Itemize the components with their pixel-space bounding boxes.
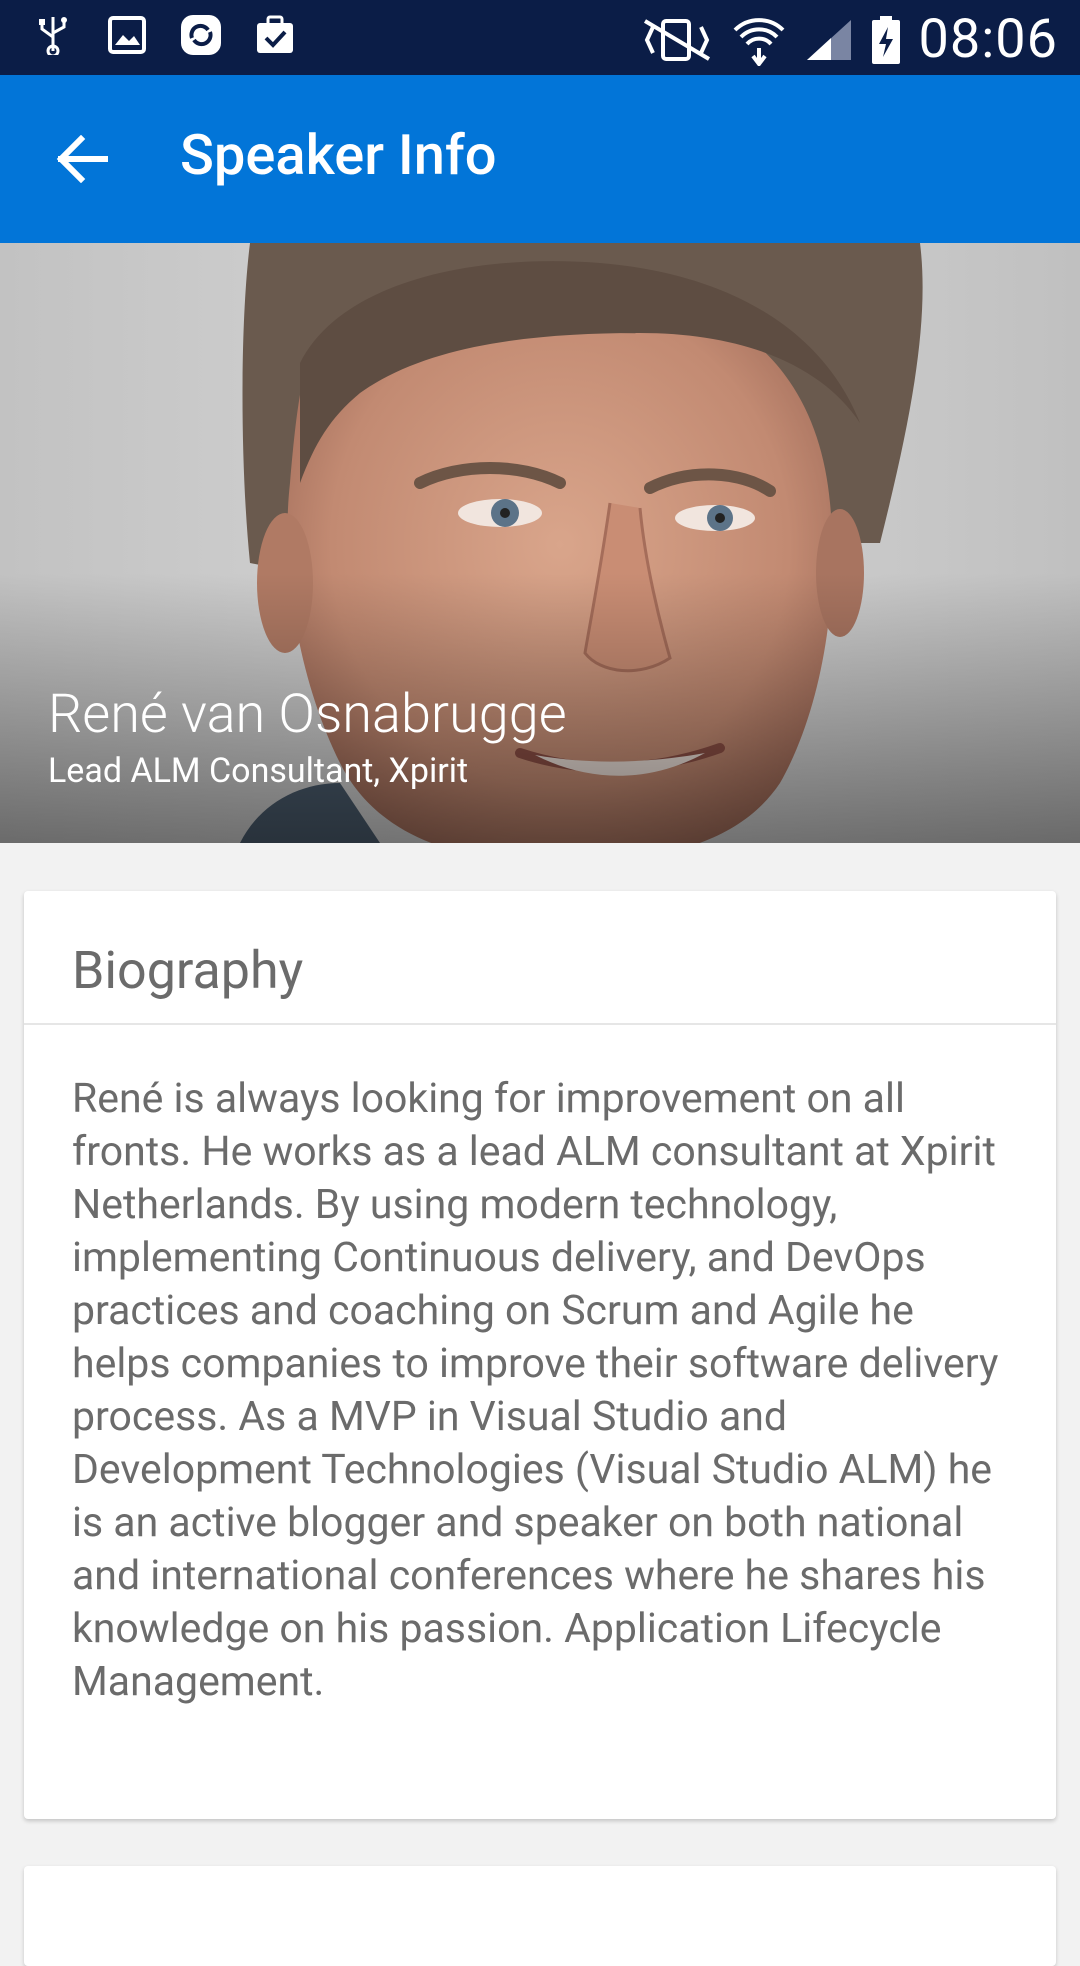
usb-icon (32, 14, 74, 56)
biography-text: René is always looking for improvement o… (72, 1075, 999, 1706)
biography-card: Biography René is always looking for imp… (24, 891, 1056, 1819)
biography-header: Biography (24, 891, 1056, 1025)
clipboard-check-icon (254, 14, 296, 56)
status-bar-notifications (32, 14, 296, 56)
speaker-name: René van Osnabrugge (48, 683, 567, 746)
status-bar-system: 08:06 (641, 8, 1058, 71)
speaker-photo: René van Osnabrugge Lead ALM Consultant,… (0, 243, 1080, 843)
app-bar: Speaker Info (0, 75, 1080, 243)
image-icon (106, 14, 148, 56)
vibrate-icon (641, 18, 713, 61)
battery-charging-icon (871, 15, 901, 64)
next-card (24, 1866, 1056, 1966)
status-time: 08:06 (918, 8, 1058, 71)
status-bar: 08:06 (0, 0, 1080, 75)
signal-icon (805, 19, 853, 61)
sync-app-icon (180, 14, 222, 56)
arrow-back-icon (56, 135, 108, 183)
back-button[interactable] (40, 117, 124, 201)
wifi-icon (731, 17, 787, 66)
biography-heading: Biography (72, 940, 304, 1001)
page-title: Speaker Info (180, 122, 497, 188)
speaker-title: Lead ALM Consultant, Xpirit (48, 751, 469, 791)
